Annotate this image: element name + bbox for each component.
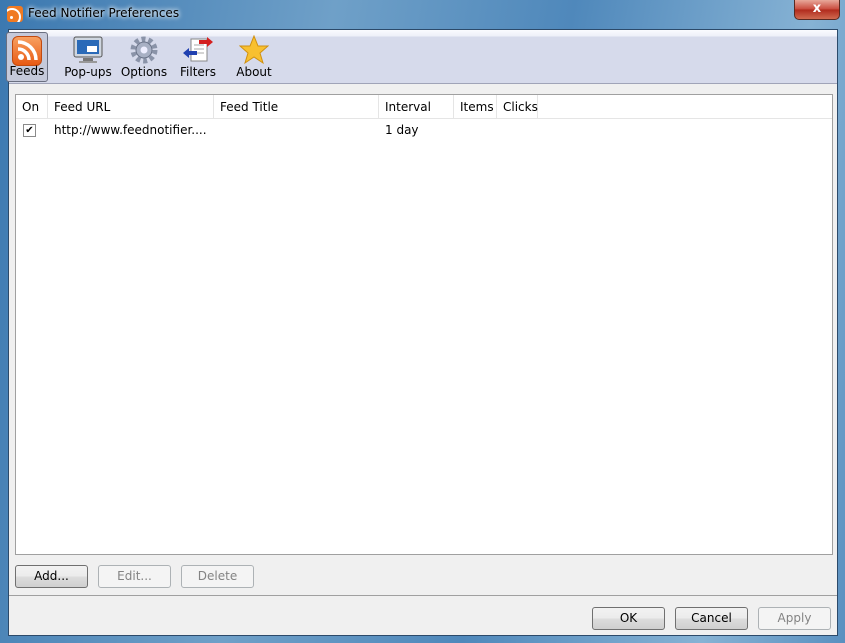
column-on[interactable]: On (16, 95, 48, 119)
close-button[interactable]: x (794, 0, 840, 20)
column-feed-url[interactable]: Feed URL (48, 95, 214, 119)
tab-filters[interactable]: Filters (175, 32, 221, 82)
table-row[interactable]: ✔ http://www.feednotifier.... 1 day (16, 119, 832, 141)
feed-url: http://www.feednotifier.... (54, 123, 207, 137)
tab-feeds[interactable]: Feeds (6, 32, 48, 82)
divider (9, 595, 837, 596)
monitor-icon (73, 35, 103, 65)
tab-label: Options (120, 65, 168, 79)
tab-options[interactable]: Options (119, 32, 169, 82)
apply-button[interactable]: Apply (758, 607, 831, 630)
cancel-button[interactable]: Cancel (675, 607, 748, 630)
tab-label: About (236, 65, 272, 79)
feed-interval: 1 day (385, 123, 419, 137)
rss-icon (12, 36, 42, 66)
tab-label: Pop-ups (64, 65, 112, 79)
delete-button[interactable]: Delete (181, 565, 254, 588)
tab-label: Filters (180, 65, 216, 79)
rss-app-icon (7, 6, 23, 22)
column-items[interactable]: Items (454, 95, 497, 119)
column-interval[interactable]: Interval (379, 95, 454, 119)
tab-about[interactable]: About (231, 32, 277, 82)
gear-icon (129, 35, 159, 65)
list-header: On Feed URL Feed Title Interval Items Cl… (16, 95, 832, 119)
tab-pop-ups[interactable]: Pop-ups (62, 32, 114, 82)
title-bar: Feed Notifier Preferences x (0, 0, 845, 29)
column-feed-title[interactable]: Feed Title (214, 95, 379, 119)
filter-arrows-icon (183, 35, 213, 65)
feeds-list[interactable]: On Feed URL Feed Title Interval Items Cl… (15, 94, 833, 555)
star-icon (238, 34, 270, 65)
edit-button[interactable]: Edit... (98, 565, 171, 588)
tab-label: Feeds (9, 64, 45, 78)
preferences-dialog: Feeds Pop-ups Options Filters About On F… (6, 29, 838, 636)
ok-button[interactable]: OK (592, 607, 665, 630)
add-button[interactable]: Add... (15, 565, 88, 588)
column-clicks[interactable]: Clicks (497, 95, 538, 119)
feed-enabled-checkbox[interactable]: ✔ (23, 124, 36, 137)
toolbar: Feeds Pop-ups Options Filters About (6, 30, 837, 84)
window-title: Feed Notifier Preferences (28, 6, 180, 20)
